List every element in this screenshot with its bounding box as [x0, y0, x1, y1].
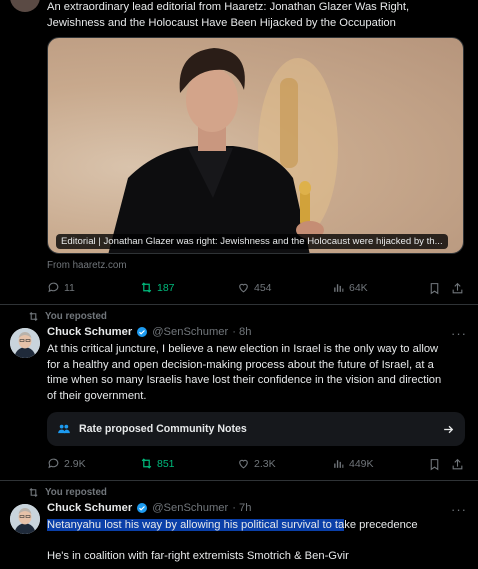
heart-icon — [239, 459, 248, 469]
community-notes-button[interactable]: Rate proposed Community Notes — [47, 412, 465, 446]
reply-icon — [48, 458, 59, 469]
views-button[interactable]: 64K — [332, 281, 368, 294]
repost-context: You reposted — [28, 311, 107, 322]
repost-icon — [141, 458, 152, 469]
views-button[interactable]: 449K — [332, 457, 374, 470]
share-icon[interactable] — [451, 458, 464, 471]
selected-text: Netanyahu lost his way by allowing his p… — [47, 519, 345, 531]
timestamp[interactable]: · 7h — [232, 502, 251, 514]
repost-icon — [141, 282, 152, 293]
post-text: Netanyahu lost his way by allowing his p… — [47, 519, 418, 562]
verified-badge-icon — [137, 503, 148, 513]
arrow-right-icon — [444, 425, 454, 433]
avatar[interactable] — [10, 328, 40, 358]
like-button[interactable]: 454 — [237, 281, 272, 294]
post-schumer-netanyahu[interactable]: You reposted Chuck Schumer @SenSchumer ·… — [0, 481, 478, 569]
reply-icon — [48, 282, 59, 293]
like-button[interactable]: 2.3K — [237, 457, 276, 470]
handle[interactable]: @SenSchumer — [152, 326, 228, 338]
avatar-photo — [10, 328, 40, 358]
post-text: An extraordinary lead editorial from Haa… — [47, 1, 410, 29]
bookmark-icon[interactable] — [428, 458, 441, 471]
card-caption: Editorial | Jonathan Glazer was right: J… — [56, 234, 448, 249]
avatar[interactable] — [10, 0, 40, 12]
post-header: Chuck Schumer @SenSchumer · 8h — [47, 326, 252, 338]
verified-badge-icon — [137, 327, 148, 337]
link-card[interactable]: Editorial | Jonathan Glazer was right: J… — [47, 37, 464, 254]
reply-button[interactable]: 2.9K — [47, 457, 86, 470]
reply-button[interactable]: 11 — [47, 281, 75, 294]
repost-icon — [29, 312, 38, 321]
timestamp[interactable]: · 8h — [232, 326, 251, 338]
display-name[interactable]: Chuck Schumer — [47, 326, 132, 338]
more-options-icon[interactable]: ··· — [451, 326, 467, 341]
analytics-icon — [334, 284, 344, 292]
avatar[interactable] — [10, 504, 40, 534]
repost-button[interactable]: 187 — [140, 281, 175, 294]
post-header: Chuck Schumer @SenSchumer · 7h — [47, 502, 252, 514]
link-source[interactable]: From haaretz.com — [47, 260, 127, 271]
repost-context: You reposted — [28, 487, 107, 498]
more-options-icon[interactable]: ··· — [451, 502, 467, 517]
repost-icon — [29, 488, 38, 497]
card-photo — [108, 48, 338, 253]
post-schumer-election[interactable]: You reposted Chuck Schumer @SenSchumer ·… — [0, 305, 478, 481]
post-haaretz-editorial[interactable]: An extraordinary lead editorial from Haa… — [0, 0, 478, 305]
display-name[interactable]: Chuck Schumer — [47, 502, 132, 514]
repost-button[interactable]: 851 — [140, 457, 175, 470]
post-text: At this critical juncture, I believe a n… — [47, 343, 442, 402]
avatar-photo — [10, 504, 40, 534]
handle[interactable]: @SenSchumer — [152, 502, 228, 514]
bookmark-icon[interactable] — [428, 282, 441, 295]
analytics-icon — [334, 460, 344, 468]
community-notes-icon — [58, 424, 70, 434]
heart-icon — [239, 283, 248, 293]
share-icon[interactable] — [451, 282, 464, 295]
